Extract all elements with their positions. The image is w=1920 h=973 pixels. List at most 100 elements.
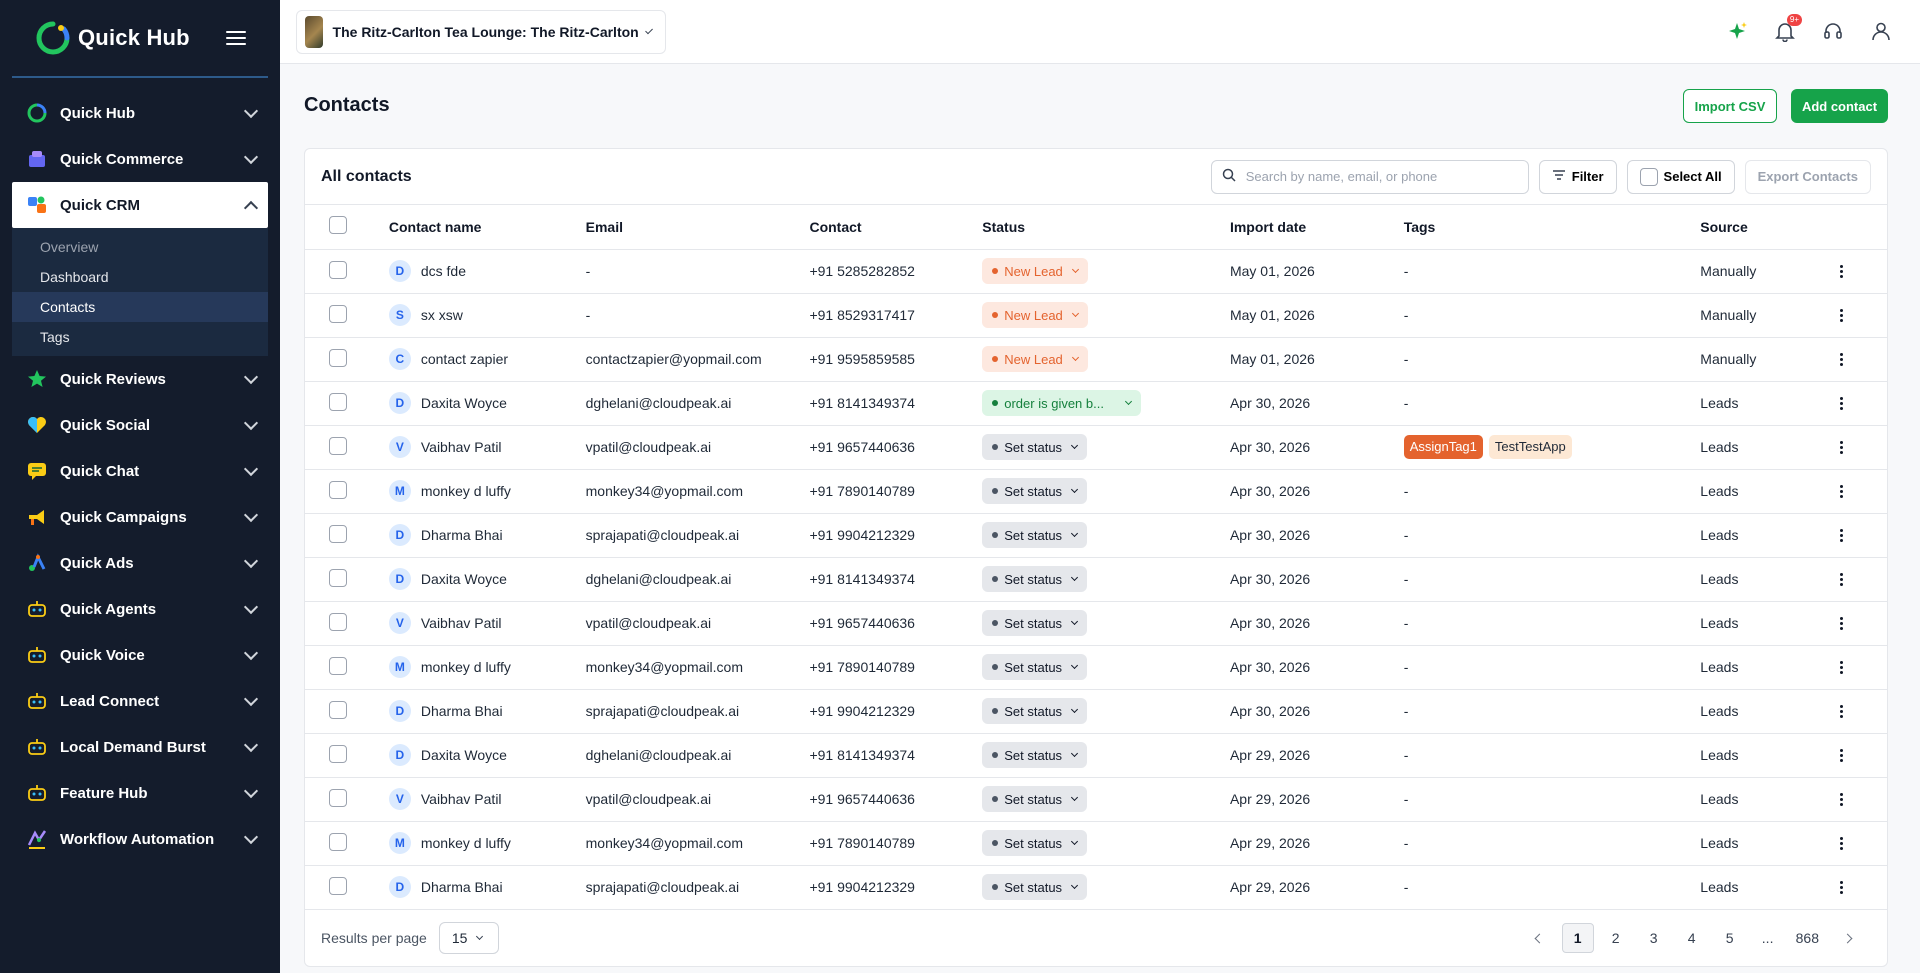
contact-name[interactable]: sx xsw xyxy=(421,307,463,323)
status-dropdown[interactable]: Set status xyxy=(982,742,1088,768)
row-checkbox[interactable] xyxy=(329,788,347,807)
more-vertical-icon[interactable] xyxy=(1836,880,1846,894)
contact-name[interactable]: Daxita Woyce xyxy=(421,571,507,587)
subnav-item-dashboard[interactable]: Dashboard xyxy=(12,262,268,292)
hamburger-menu-icon[interactable] xyxy=(226,31,246,45)
sidebar-item-local-demand-burst[interactable]: Local Demand Burst xyxy=(12,724,268,770)
contact-name[interactable]: Dharma Bhai xyxy=(421,703,503,719)
sidebar-item-quick-hub[interactable]: Quick Hub xyxy=(12,90,268,136)
chevron-down-icon[interactable] xyxy=(243,415,259,430)
chevron-down-icon[interactable] xyxy=(243,553,259,568)
sidebar-item-quick-agents[interactable]: Quick Agents xyxy=(12,586,268,632)
previous-page-button[interactable] xyxy=(1524,923,1556,953)
row-checkbox[interactable] xyxy=(329,656,347,675)
row-checkbox[interactable] xyxy=(329,436,347,455)
status-dropdown[interactable]: Set status xyxy=(982,874,1088,900)
chevron-down-icon[interactable] xyxy=(243,829,259,844)
more-vertical-icon[interactable] xyxy=(1836,440,1846,454)
next-page-button[interactable] xyxy=(1831,923,1863,953)
table-row[interactable]: D Daxita Woyce dghelani@cloudpeak.ai +91 81… xyxy=(305,557,1887,602)
import-csv-button[interactable]: Import CSV xyxy=(1683,89,1777,123)
status-dropdown[interactable]: Set status xyxy=(982,698,1088,724)
subnav-item-contacts[interactable]: Contacts xyxy=(12,292,268,322)
more-vertical-icon[interactable] xyxy=(1836,792,1846,806)
table-row[interactable]: Ddcs fde - +91 5285282852 New Lead May 01, 2… xyxy=(305,249,1887,294)
row-checkbox[interactable] xyxy=(329,744,347,763)
tag-chip[interactable]: AssignTag1 xyxy=(1403,435,1483,459)
chevron-up-icon[interactable] xyxy=(243,200,259,215)
status-dropdown[interactable]: New Lead xyxy=(982,258,1088,284)
status-dropdown[interactable]: Set status xyxy=(982,786,1088,812)
chevron-down-icon[interactable] xyxy=(243,461,259,476)
table-row[interactable]: V Vaibhav Patil vpatil@cloudpeak.ai +91 965… xyxy=(305,601,1887,646)
more-vertical-icon[interactable] xyxy=(1836,836,1846,850)
more-vertical-icon[interactable] xyxy=(1836,616,1846,630)
search-input[interactable] xyxy=(1245,169,1506,184)
table-row[interactable]: Ccontact zapier contactzapier@yopmail.com… xyxy=(305,337,1887,382)
export-contacts-button[interactable]: Export Contacts xyxy=(1744,159,1871,194)
contact-name[interactable]: contact zapier xyxy=(421,351,508,367)
more-vertical-icon[interactable] xyxy=(1836,396,1846,410)
table-row[interactable]: D Daxita Woyce dghelani@cloudpeak.ai +91 81… xyxy=(305,381,1887,426)
contact-name[interactable]: Daxita Woyce xyxy=(421,747,507,763)
table-row[interactable]: Mmonkey d luffy monkey34@yopmail.com +91 7… xyxy=(305,469,1887,514)
more-vertical-icon[interactable] xyxy=(1836,264,1846,278)
chevron-down-icon[interactable] xyxy=(243,599,259,614)
more-vertical-icon[interactable] xyxy=(1836,660,1846,674)
subnav-item-tags[interactable]: Tags xyxy=(12,322,268,352)
status-dropdown[interactable]: New Lead xyxy=(982,302,1088,328)
page-button[interactable]: 2 xyxy=(1600,923,1632,953)
contact-name[interactable]: monkey d luffy xyxy=(421,483,511,499)
contact-name[interactable]: Vaibhav Patil xyxy=(421,615,502,631)
table-row[interactable]: V Vaibhav Patil vpatil@cloudpeak.ai +91 965… xyxy=(305,777,1887,822)
table-row[interactable]: D Dharma Bhai sprajapati@cloudpeak.ai +91 9… xyxy=(305,865,1887,910)
more-vertical-icon[interactable] xyxy=(1836,528,1846,542)
status-dropdown[interactable]: Set status xyxy=(982,610,1088,636)
chevron-down-icon[interactable] xyxy=(243,369,259,384)
status-dropdown[interactable]: order is given b... xyxy=(982,390,1142,416)
select-all-button[interactable]: Select All xyxy=(1626,159,1735,194)
row-checkbox[interactable] xyxy=(329,392,347,411)
contact-name[interactable]: Dharma Bhai xyxy=(421,527,503,543)
row-checkbox[interactable] xyxy=(329,348,347,367)
sidebar-item-quick-social[interactable]: Quick Social xyxy=(12,402,268,448)
sidebar-item-quick-crm[interactable]: Quick CRM xyxy=(12,182,268,228)
row-checkbox[interactable] xyxy=(329,832,347,851)
more-vertical-icon[interactable] xyxy=(1836,572,1846,586)
select-all-checkbox[interactable] xyxy=(1639,167,1658,186)
more-vertical-icon[interactable] xyxy=(1836,748,1846,762)
sidebar-item-quick-chat[interactable]: Quick Chat xyxy=(12,448,268,494)
table-row[interactable]: Mmonkey d luffy monkey34@yopmail.com +91 7… xyxy=(305,821,1887,866)
row-checkbox[interactable] xyxy=(329,612,347,631)
business-selector[interactable]: The Ritz-Carlton Tea Lounge: The Ritz-Ca… xyxy=(296,10,666,54)
sidebar-item-workflow-automation[interactable]: Workflow Automation xyxy=(12,816,268,862)
status-dropdown[interactable]: Set status xyxy=(982,522,1088,548)
contact-name[interactable]: monkey d luffy xyxy=(421,835,511,851)
chevron-down-icon[interactable] xyxy=(243,691,259,706)
contact-name[interactable]: Vaibhav Patil xyxy=(421,791,502,807)
ai-sparkle-icon[interactable] xyxy=(1726,20,1748,42)
table-row[interactable]: D Dharma Bhai sprajapati@cloudpeak.ai +91 9… xyxy=(305,513,1887,558)
sidebar-item-quick-commerce[interactable]: Quick Commerce xyxy=(12,136,268,182)
table-row[interactable]: Ssx xsw - +91 8529317417 New Lead May 01, 20… xyxy=(305,293,1887,338)
contact-name[interactable]: Daxita Woyce xyxy=(421,395,507,411)
filter-button[interactable]: Filter xyxy=(1538,159,1617,194)
contact-name[interactable]: monkey d luffy xyxy=(421,659,511,675)
header-checkbox[interactable] xyxy=(329,216,347,235)
chevron-down-icon[interactable] xyxy=(243,149,259,164)
row-checkbox[interactable] xyxy=(329,480,347,499)
page-button[interactable]: 1 xyxy=(1561,923,1594,953)
sidebar-item-quick-campaigns[interactable]: Quick Campaigns xyxy=(12,494,268,540)
chevron-down-icon[interactable] xyxy=(243,507,259,522)
more-vertical-icon[interactable] xyxy=(1836,484,1846,498)
more-vertical-icon[interactable] xyxy=(1836,704,1846,718)
sidebar-item-feature-hub[interactable]: Feature Hub xyxy=(12,770,268,816)
chevron-down-icon[interactable] xyxy=(243,103,259,118)
status-dropdown[interactable]: Set status xyxy=(982,654,1088,680)
row-checkbox[interactable] xyxy=(329,568,347,587)
page-button[interactable]: 5 xyxy=(1714,923,1746,953)
user-profile-icon[interactable] xyxy=(1870,20,1892,42)
table-row[interactable]: Mmonkey d luffy monkey34@yopmail.com +91 7… xyxy=(305,645,1887,690)
results-per-page-select[interactable]: 15 xyxy=(438,922,499,954)
row-checkbox[interactable] xyxy=(329,304,347,323)
